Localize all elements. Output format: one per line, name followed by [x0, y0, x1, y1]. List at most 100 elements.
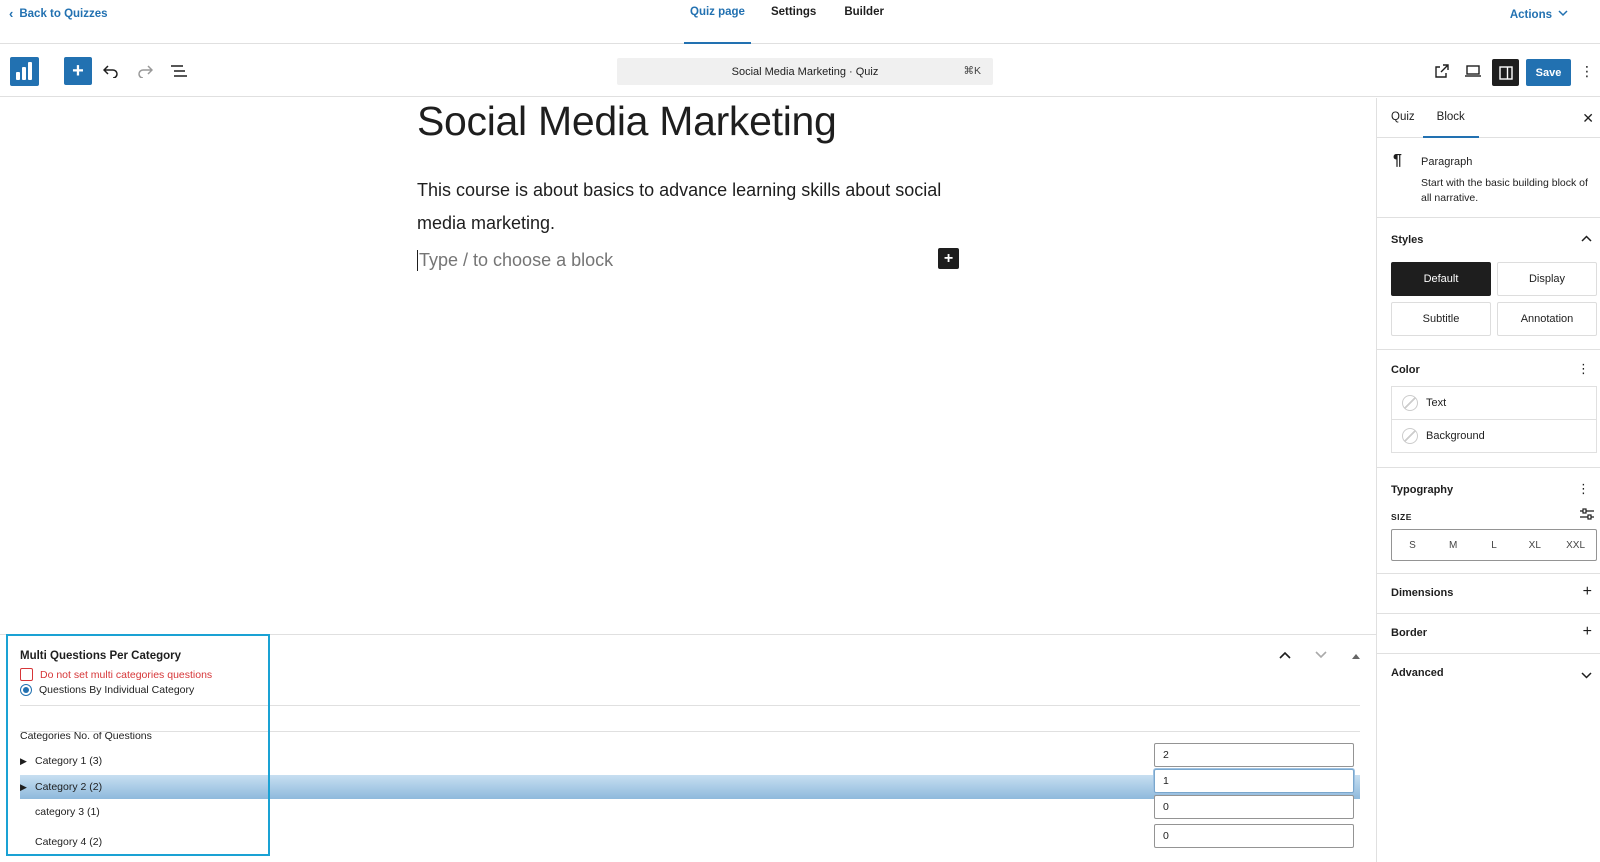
chevron-up-icon: [1279, 651, 1291, 659]
settings-sliders-icon: [1580, 508, 1594, 520]
style-default-button[interactable]: Default: [1391, 262, 1491, 296]
no-multi-category-option[interactable]: Do not set multi categories questions: [20, 668, 212, 681]
no-multi-category-label: Do not set multi categories questions: [40, 668, 213, 681]
color-text-option[interactable]: Text: [1391, 386, 1597, 420]
actions-menu[interactable]: Actions: [1510, 8, 1568, 21]
multi-questions-meta-box: Multi Questions Per Category Do not set …: [0, 634, 1376, 862]
color-title: Color: [1391, 364, 1420, 376]
color-background-option[interactable]: Background: [1391, 419, 1597, 453]
app-logo-icon[interactable]: [10, 57, 39, 86]
back-link-label: Back to Quizzes: [19, 7, 108, 20]
advanced-panel[interactable]: Advanced: [1377, 654, 1600, 694]
by-individual-category-label: Questions By Individual Category: [39, 684, 195, 696]
checkbox[interactable]: [20, 668, 33, 681]
block-name: Paragraph: [1421, 156, 1473, 168]
plus-icon[interactable]: +: [1583, 623, 1592, 641]
border-panel[interactable]: Border +: [1377, 614, 1600, 654]
collapse-toggle[interactable]: [1352, 647, 1360, 662]
paragraph-icon: ¶: [1393, 152, 1402, 169]
radio-selected[interactable]: [20, 684, 32, 696]
color-background-label: Background: [1426, 430, 1485, 442]
chevron-up-icon[interactable]: [1581, 231, 1592, 246]
color-panel: Color ⋮ Text Background: [1377, 350, 1600, 468]
style-annotation-button[interactable]: Annotation: [1497, 302, 1597, 336]
category-label: category 3 (1): [35, 806, 100, 818]
redo-icon: [138, 65, 153, 78]
custom-size-toggle[interactable]: [1580, 508, 1594, 523]
sidebar-tabs: Quiz Block ✕: [1377, 98, 1600, 138]
desktop-icon: [1465, 65, 1481, 77]
by-individual-category-option[interactable]: Questions By Individual Category: [20, 684, 194, 696]
empty-block-placeholder[interactable]: Type / to choose a block: [417, 250, 613, 271]
block-card: ¶ Paragraph Start with the basic buildin…: [1377, 138, 1600, 218]
kebab-icon[interactable]: ⋮: [1577, 481, 1590, 497]
tab-quiz[interactable]: Quiz: [1391, 98, 1415, 138]
font-size-picker: S M L XL XXL: [1391, 529, 1597, 561]
move-down-button[interactable]: [1315, 647, 1327, 662]
typography-panel: Typography ⋮ SIZE S M L XL XXL: [1377, 468, 1600, 574]
divider: [20, 731, 1360, 732]
category-4-count-input[interactable]: 0: [1154, 824, 1354, 848]
style-display-button[interactable]: Display: [1497, 262, 1597, 296]
chevron-down-icon: [1315, 651, 1327, 659]
kebab-icon: ⋮: [1580, 63, 1594, 79]
category-3-count-input[interactable]: 0: [1154, 795, 1354, 819]
tab-block[interactable]: Block: [1422, 98, 1479, 138]
editor-toolbar: + Social Media Marketing · Quiz ⌘K Save …: [0, 45, 1600, 97]
settings-sidebar: Quiz Block ✕ ¶ Paragraph Start with the …: [1376, 98, 1600, 862]
styles-title: Styles: [1391, 234, 1424, 246]
block-inserter-button[interactable]: +: [938, 248, 959, 269]
preview-button[interactable]: [1459, 57, 1487, 85]
size-xxl-option[interactable]: XXL: [1555, 530, 1596, 560]
top-nav: ‹ Back to Quizzes Quiz page Settings Bui…: [0, 0, 1600, 44]
redo-button[interactable]: [131, 57, 159, 85]
dimensions-title: Dimensions: [1391, 587, 1454, 599]
category-1-count-input[interactable]: 2: [1154, 743, 1354, 767]
tab-settings[interactable]: Settings: [757, 0, 830, 44]
divider: [20, 705, 1360, 706]
document-title: Social Media Marketing · Quiz: [731, 65, 879, 78]
expand-triangle-icon[interactable]: ▶: [20, 782, 35, 793]
styles-panel: Styles Default Display Subtitle Annotati…: [1377, 218, 1600, 350]
external-link-icon: [1435, 64, 1449, 78]
category-label: Category 2 (2): [35, 781, 103, 793]
expand-triangle-icon[interactable]: ▶: [20, 756, 35, 767]
add-block-button[interactable]: +: [64, 57, 92, 85]
size-m-option[interactable]: M: [1433, 530, 1474, 560]
tab-quiz-page[interactable]: Quiz page: [684, 0, 751, 44]
chevron-down-icon[interactable]: [1581, 667, 1592, 682]
size-l-option[interactable]: L: [1474, 530, 1515, 560]
editor-canvas: Social Media Marketing This course is ab…: [0, 98, 1376, 634]
chevron-left-icon: ‹: [9, 6, 14, 21]
style-subtitle-button[interactable]: Subtitle: [1391, 302, 1491, 336]
typography-title: Typography: [1391, 484, 1454, 496]
back-to-quizzes-link[interactable]: ‹ Back to Quizzes: [9, 6, 108, 21]
paragraph-block[interactable]: This course is about basics to advance l…: [417, 174, 977, 240]
tab-builder[interactable]: Builder: [830, 0, 898, 44]
view-page-button[interactable]: [1428, 57, 1456, 85]
kebab-icon[interactable]: ⋮: [1577, 361, 1590, 377]
shortcut-hint: ⌘K: [963, 65, 981, 77]
category-2-count-input[interactable]: 1: [1154, 769, 1354, 793]
document-overview-button[interactable]: [165, 57, 193, 85]
settings-sidebar-toggle[interactable]: [1492, 59, 1519, 86]
plus-icon[interactable]: +: [1583, 583, 1592, 601]
dimensions-panel[interactable]: Dimensions +: [1377, 574, 1600, 614]
post-title[interactable]: Social Media Marketing: [417, 98, 837, 145]
move-up-button[interactable]: [1279, 647, 1291, 662]
command-palette-button[interactable]: Social Media Marketing · Quiz ⌘K: [617, 58, 993, 85]
close-icon[interactable]: ✕: [1582, 110, 1594, 127]
meta-box-title: Multi Questions Per Category: [20, 650, 182, 662]
size-xl-option[interactable]: XL: [1514, 530, 1555, 560]
color-text-label: Text: [1426, 397, 1447, 409]
sidebar-icon: [1498, 65, 1513, 80]
border-title: Border: [1391, 627, 1428, 639]
size-s-option[interactable]: S: [1392, 530, 1433, 560]
undo-button[interactable]: [97, 57, 125, 85]
chevron-down-icon: [1558, 8, 1568, 21]
more-options-button[interactable]: ⋮: [1578, 57, 1596, 85]
save-button[interactable]: Save: [1526, 59, 1571, 86]
undo-icon: [103, 65, 118, 78]
color-swatch-icon: [1402, 395, 1418, 411]
caret-up-icon: [1352, 654, 1360, 659]
